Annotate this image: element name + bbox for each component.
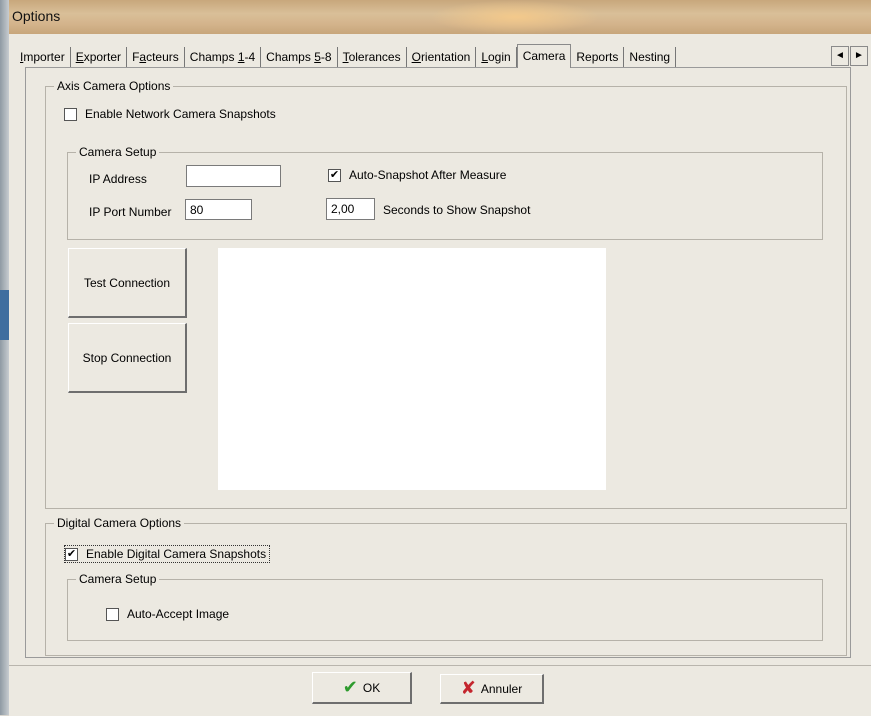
enable-digital-snapshots[interactable]: ✔ Enable Digital Camera Snapshots [64, 545, 271, 563]
tab-login[interactable]: Login [476, 47, 517, 67]
enable-network-snapshots-label: Enable Network Camera Snapshots [85, 107, 276, 121]
auto-snapshot-checkbox[interactable]: ✔ [328, 168, 341, 182]
cancel-button-label: Annuler [480, 681, 523, 696]
camera-snapshot-preview [218, 248, 606, 490]
axis-camera-setup-title: Camera Setup [76, 145, 160, 159]
enable-network-snapshots-checkbox[interactable] [64, 107, 77, 121]
tab-camera[interactable]: Camera [516, 44, 572, 68]
auto-snapshot-option[interactable]: ✔ Auto-Snapshot After Measure [328, 168, 506, 182]
checkmark-icon: ✔ [342, 677, 358, 697]
tab-scroll-left-icon[interactable]: ◄ [831, 46, 849, 66]
ip-address-input[interactable] [186, 165, 281, 187]
tab-reports[interactable]: Reports [571, 47, 625, 67]
ip-port-label: IP Port Number [89, 205, 172, 219]
options-window: Options Importer Exporter Facteurs Champ… [0, 0, 871, 716]
title-glow [430, 0, 600, 34]
cancel-button[interactable]: ✘ Annuler [440, 674, 544, 704]
tab-exporter[interactable]: Exporter [71, 47, 128, 67]
title-bar[interactable]: Options [0, 0, 871, 34]
close-icon: ✘ [460, 678, 476, 698]
digital-camera-group-title: Digital Camera Options [54, 516, 185, 530]
tab-scroll-right-icon[interactable]: ► [850, 46, 868, 66]
window-left-edge [0, 0, 9, 715]
tab-strip: Importer Exporter Facteurs Champs 1-4 Ch… [15, 44, 677, 68]
tab-orientation[interactable]: Orientation [407, 47, 477, 67]
stop-connection-button[interactable]: Stop Connection [68, 323, 187, 393]
tab-facteurs[interactable]: Facteurs [127, 47, 185, 67]
tab-nesting[interactable]: Nesting [624, 47, 677, 67]
seconds-input[interactable]: 2,00 [326, 198, 375, 220]
enable-digital-snapshots-label: Enable Digital Camera Snapshots [86, 547, 267, 561]
auto-accept-label: Auto-Accept Image [127, 607, 230, 621]
seconds-label: Seconds to Show Snapshot [383, 203, 531, 217]
enable-digital-snapshots-checkbox[interactable]: ✔ [65, 547, 78, 561]
enable-network-snapshots[interactable]: Enable Network Camera Snapshots [64, 107, 276, 121]
window-title: Options [12, 8, 61, 24]
axis-camera-group-title: Axis Camera Options [54, 79, 174, 93]
auto-accept-option[interactable]: Auto-Accept Image [106, 607, 229, 621]
tab-importer[interactable]: Importer [15, 47, 71, 67]
tab-champs-1-4[interactable]: Champs 1-4 [185, 47, 262, 67]
axis-camera-setup-group: Camera Setup [67, 145, 823, 240]
ok-button[interactable]: ✔ OK [312, 672, 412, 704]
ip-address-label: IP Address [89, 172, 147, 186]
tab-tolerances[interactable]: Tolerances [338, 47, 407, 67]
test-connection-button[interactable]: Test Connection [68, 248, 187, 318]
tab-scroll: ◄ ► [831, 46, 869, 66]
auto-accept-checkbox[interactable] [106, 607, 119, 621]
ip-port-input[interactable]: 80 [185, 199, 252, 220]
edge-accent [0, 290, 9, 340]
digital-camera-setup-title: Camera Setup [76, 572, 160, 586]
ok-button-label: OK [362, 680, 381, 695]
tab-champs-5-8[interactable]: Champs 5-8 [261, 47, 338, 67]
auto-snapshot-label: Auto-Snapshot After Measure [349, 168, 507, 182]
